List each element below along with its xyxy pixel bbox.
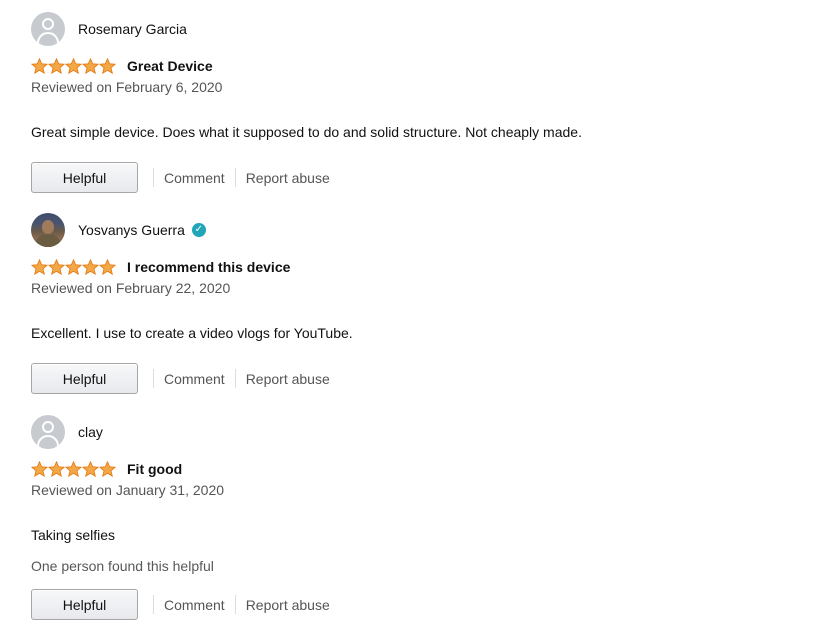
star-icon [82, 259, 99, 275]
review-body: Excellent. I use to create a video vlogs… [31, 325, 353, 341]
reviewer-name[interactable]: Rosemary Garcia [78, 21, 187, 37]
star-rating[interactable] [31, 259, 116, 275]
divider [153, 369, 154, 388]
review-date: Reviewed on February 6, 2020 [31, 79, 223, 95]
helpful-button[interactable]: Helpful [31, 162, 138, 193]
report-abuse-link[interactable]: Report abuse [246, 170, 330, 186]
default-avatar-icon [31, 415, 65, 449]
star-icon [65, 461, 82, 477]
divider [234, 369, 236, 388]
divider [153, 595, 154, 614]
review-title[interactable]: Great Device [127, 58, 213, 74]
avatar [31, 213, 65, 247]
reviewer-name[interactable]: Yosvanys Guerra [78, 222, 185, 238]
star-icon [48, 461, 65, 477]
review-title[interactable]: Fit good [127, 461, 182, 477]
star-icon [48, 58, 65, 74]
star-icon [48, 259, 65, 275]
star-icon [31, 58, 48, 74]
helpful-button[interactable]: Helpful [31, 589, 138, 620]
review-date: Reviewed on February 22, 2020 [31, 280, 231, 296]
divider [153, 168, 154, 187]
star-icon [31, 259, 48, 275]
review-body: Taking selfies [31, 527, 116, 543]
reviewer-name[interactable]: clay [78, 424, 103, 440]
divider [234, 168, 236, 187]
star-icon [31, 461, 48, 477]
comment-link[interactable]: Comment [164, 371, 225, 387]
reviewer-profile[interactable]: Rosemary Garcia [31, 12, 811, 46]
star-rating[interactable] [31, 461, 116, 477]
divider [234, 595, 236, 614]
review-card: clay Fit good Reviewed on January 31, 20… [31, 415, 811, 621]
star-icon [65, 58, 82, 74]
comment-link[interactable]: Comment [164, 597, 225, 613]
reviewer-profile[interactable]: clay [31, 415, 811, 449]
reviewer-profile[interactable]: Yosvanys Guerra ✓ [31, 213, 811, 247]
review-actions: Helpful Comment Report abuse [31, 161, 811, 194]
review-actions: Helpful Comment Report abuse [31, 588, 811, 621]
star-icon [99, 58, 116, 74]
review-date: Reviewed on January 31, 2020 [31, 482, 225, 498]
star-icon [82, 461, 99, 477]
default-avatar-icon [31, 12, 65, 46]
helpful-count: One person found this helpful [31, 558, 214, 574]
helpful-button[interactable]: Helpful [31, 363, 138, 394]
verified-check-icon: ✓ [191, 223, 206, 237]
star-icon [82, 58, 99, 74]
review-body: Great simple device. Does what it suppos… [31, 124, 582, 140]
report-abuse-link[interactable]: Report abuse [246, 597, 330, 613]
review-actions: Helpful Comment Report abuse [31, 362, 811, 395]
star-rating[interactable] [31, 58, 116, 74]
comment-link[interactable]: Comment [164, 170, 225, 186]
review-title[interactable]: I recommend this device [127, 259, 290, 275]
report-abuse-link[interactable]: Report abuse [246, 371, 330, 387]
star-icon [99, 259, 116, 275]
review-card: Yosvanys Guerra ✓ I recommend this devic… [31, 213, 811, 395]
star-icon [65, 259, 82, 275]
star-icon [99, 461, 116, 477]
review-card: Rosemary Garcia Great Device Reviewed on… [31, 12, 811, 194]
